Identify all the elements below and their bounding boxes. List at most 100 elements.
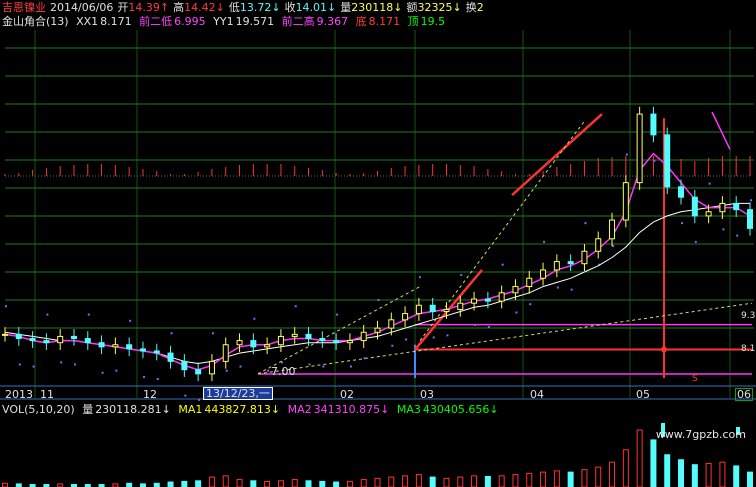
low-label: 低 — [228, 1, 240, 14]
ma3-value: 430405.656↓ — [422, 403, 499, 416]
candle-body-12 — [167, 352, 174, 362]
indicator-dot-32 — [446, 334, 449, 337]
volume-bar-40 — [553, 470, 560, 487]
candle-body-42 — [581, 250, 588, 265]
candle-body-33 — [457, 302, 464, 310]
indicator-dot-37 — [515, 311, 518, 314]
indicator-dot-15 — [211, 332, 214, 335]
candle-body-41 — [567, 261, 574, 265]
indicator-dot-42 — [584, 222, 587, 225]
candle-body-20 — [277, 335, 284, 346]
volume-bar-17 — [236, 479, 243, 487]
indicator-dot-35 — [487, 326, 490, 329]
volume-bar-39 — [540, 471, 547, 487]
volume-panel-name: VOL(5,10,20) — [2, 403, 75, 416]
candle-body-45 — [622, 182, 629, 221]
sell-signal-marker: S — [692, 374, 698, 384]
amount-value: 32325↓ — [417, 1, 462, 14]
bottom-label: 底 — [355, 15, 367, 28]
indicator-dot-34 — [474, 323, 477, 326]
ma1-value: 443827.813↓ — [204, 403, 281, 416]
indicator-dot-22 — [308, 363, 311, 366]
low-value: 13.72↓ — [239, 1, 281, 14]
candle-body-32 — [443, 308, 450, 312]
high-label: 高 — [173, 1, 185, 14]
candle-body-31 — [429, 304, 436, 312]
ma2-label: MA2 — [287, 403, 312, 416]
indicator-dot-5 — [73, 363, 76, 366]
indicator-dot-50 — [694, 240, 697, 243]
candle-body-23 — [319, 338, 326, 342]
x-label-11: 11 — [40, 388, 54, 401]
candle-body-46 — [636, 113, 643, 184]
indicator-dot-21 — [294, 305, 297, 308]
candle-body-0 — [2, 333, 8, 336]
candle-body-4 — [57, 335, 64, 344]
volume-bar-25 — [346, 480, 353, 487]
candle-body-21 — [291, 333, 298, 337]
candle-body-35 — [484, 298, 491, 302]
volume-bar-34 — [471, 475, 478, 487]
prev2-low-value: 6.995 — [174, 15, 206, 28]
volume-bar-12 — [167, 481, 174, 487]
candle-body-34 — [471, 298, 478, 304]
volume-bar-23 — [319, 480, 326, 487]
candle-body-1 — [15, 333, 22, 340]
candle-body-54 — [747, 209, 753, 229]
vol-label: 量 — [82, 403, 94, 416]
indicator-dot-54 — [750, 199, 752, 202]
top-value: 19.5 — [420, 15, 446, 28]
high-value: 14.42↓ — [184, 1, 225, 14]
indicator-dot-27 — [377, 299, 380, 302]
prev2-high-value: 9.367 — [316, 15, 349, 28]
watermark-text: www.7gpzb.com — [655, 428, 746, 441]
candle-body-43 — [595, 238, 602, 252]
indicator-dot-16 — [225, 369, 228, 372]
indicator-dot-2 — [32, 365, 35, 368]
indicator-dot-29 — [405, 338, 408, 341]
volume-bar-53 — [733, 465, 740, 487]
indicator-dot-40 — [556, 286, 559, 289]
candle-body-24 — [333, 340, 340, 344]
volume-bar-54 — [747, 471, 753, 487]
x-label-04: 04 — [530, 388, 544, 401]
indicator-dot-33 — [460, 274, 463, 277]
ma1-label: MA1 — [178, 403, 203, 416]
indicator-dot-49 — [681, 222, 684, 225]
candle-body-27 — [374, 327, 381, 333]
indicator-dot-52 — [722, 228, 725, 231]
candle-body-48 — [664, 134, 671, 188]
candle-body-16 — [222, 344, 229, 362]
top-label: 顶 — [407, 15, 419, 28]
level-label-93: 9.3 — [741, 311, 756, 321]
prev2-low-label: 前二低 — [139, 15, 173, 28]
x-cursor-date[interactable]: 13/12/23,一 — [203, 387, 273, 400]
turnover-value: 2 — [476, 1, 484, 14]
candle-body-53 — [733, 202, 740, 211]
ma3-label: MA3 — [396, 403, 421, 416]
candle-body-10 — [139, 348, 146, 352]
vol-value: 230118.281↓ — [95, 403, 171, 416]
indicator-dot-6 — [87, 313, 90, 316]
x-label-06: 06 — [735, 388, 753, 401]
candle-body-49 — [678, 186, 685, 198]
volume-bar-11 — [153, 482, 160, 487]
candle-body-18 — [250, 340, 257, 348]
indicator-dot-28 — [391, 344, 394, 347]
magenta-trend-line — [711, 111, 731, 150]
indicator-dot-18 — [253, 317, 256, 320]
low-price-marker: 7.00 — [271, 365, 296, 378]
volume-header: VOL(5,10,20) 量 230118.281↓ MA1 443827.813↓… — [2, 403, 503, 416]
x-label-2013: 2013 — [5, 388, 33, 401]
indicator-dot-3 — [46, 313, 49, 316]
volume-bar-50 — [691, 464, 698, 487]
volume-bar-9 — [126, 482, 133, 487]
candle-body-7 — [98, 342, 105, 348]
candle-body-13 — [181, 360, 188, 371]
fan-line-1 — [257, 302, 753, 375]
volume-bar-13 — [181, 480, 188, 487]
volume-bar-22 — [305, 480, 312, 487]
open-value: 14.39↑ — [128, 1, 170, 14]
candle-body-47 — [650, 113, 657, 136]
volume-bar-16 — [222, 475, 229, 487]
